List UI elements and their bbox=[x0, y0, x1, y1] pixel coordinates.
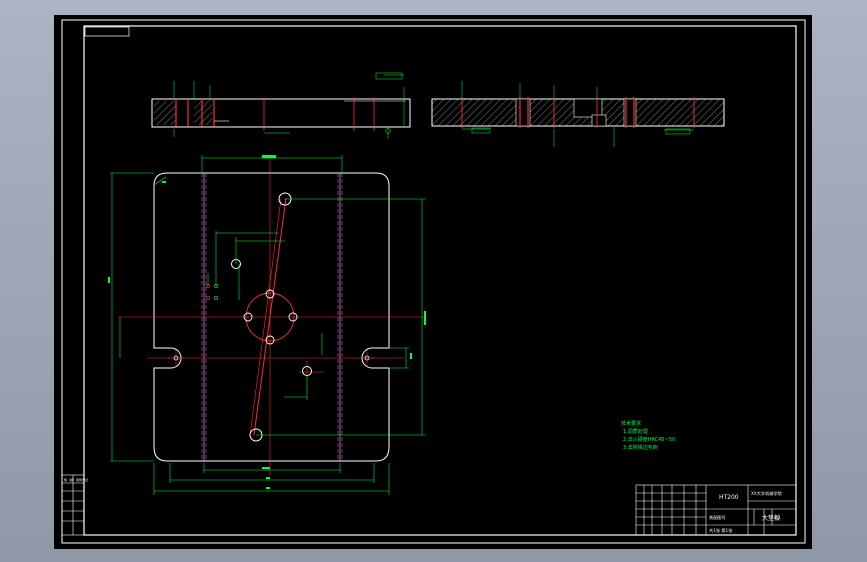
plan-view: 技术要求 1.调质处理 2.淬火硬度HRC45~50 3.去除锐边毛刺 bbox=[108, 155, 675, 495]
section-view-left bbox=[151, 72, 411, 139]
title-block-sheet: 共1张 第1张 bbox=[709, 527, 733, 534]
title-block-scale: 1:1 bbox=[774, 515, 781, 520]
title-block-drawing-label: 装配图号 bbox=[709, 514, 726, 521]
technical-note-1: 1.调质处理 bbox=[623, 428, 648, 435]
technical-note-2: 2.淬火硬度HRC45~50 bbox=[623, 436, 675, 443]
section-view-right bbox=[431, 81, 725, 147]
title-block-material: HT200 bbox=[719, 494, 739, 501]
cad-viewport[interactable]: 技术要求 1.调质处理 2.淬火硬度HRC45~50 3.去除锐边毛刺 HT20… bbox=[54, 15, 812, 549]
drawing-canvas: 技术要求 1.调质处理 2.淬火硬度HRC45~50 3.去除锐边毛刺 HT20… bbox=[61, 19, 806, 544]
technical-note-3: 3.去除锐边毛刺 bbox=[623, 444, 658, 451]
drawing-number-box bbox=[84, 26, 130, 37]
technical-notes-title: 技术要求 bbox=[621, 420, 641, 427]
title-block-school: XX大学机械学院 bbox=[751, 490, 783, 497]
left-stamp-label: 借（通）用件登记 bbox=[64, 477, 88, 482]
left-stamp-block bbox=[61, 474, 85, 536]
